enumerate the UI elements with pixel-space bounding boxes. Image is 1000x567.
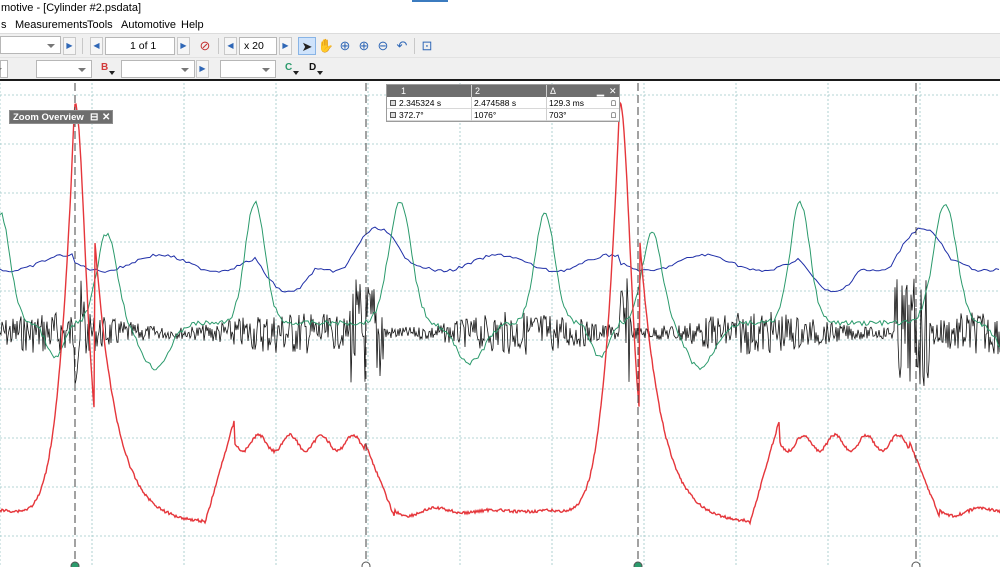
row-icon	[390, 100, 396, 106]
zoom-overview-title: Zoom Overview	[13, 112, 84, 123]
capture-dropdown[interactable]	[0, 36, 61, 54]
page-prev-button[interactable]: ◀	[90, 37, 103, 55]
pointer-icon[interactable]: ➤	[298, 37, 316, 55]
cell-divider	[471, 85, 472, 121]
zoom-overview-icon[interactable]: ⊡	[418, 37, 436, 55]
channel-b-range-dropdown[interactable]	[121, 60, 195, 78]
capture-next-button[interactable]: ▶	[63, 37, 76, 55]
toolbar-separator	[414, 38, 415, 54]
title-accent	[412, 0, 448, 2]
ruler-time-delta: 129.3 ms	[549, 98, 584, 108]
lock-icon[interactable]	[611, 112, 616, 118]
ruler-handle	[70, 561, 80, 567]
channel-d-button[interactable]: D	[309, 62, 324, 75]
waveform-traces	[0, 100, 1000, 526]
ruler-row-angle: 372.7° 1076° 703°	[387, 109, 619, 121]
close-icon[interactable]: ✕	[609, 85, 617, 97]
channel-c-button[interactable]: C	[285, 62, 300, 75]
lock-icon[interactable]	[611, 100, 616, 106]
page-indicator: 1 of 1	[130, 40, 157, 52]
menu-item-automotive[interactable]: Automotive	[121, 19, 176, 31]
menu-item-help[interactable]: Help	[181, 19, 204, 31]
channel-a-coupling-dropdown[interactable]	[36, 60, 92, 78]
zoom-overview-panel[interactable]: Zoom Overview ⊟ ✕	[9, 110, 113, 124]
ruler-time-2: 2.474588 s	[474, 98, 517, 108]
channel-b-trace	[0, 226, 1000, 293]
menu-item-tools[interactable]: Tools	[87, 19, 113, 31]
ruler-angle-delta: 703°	[549, 110, 567, 120]
zoom-prev-button[interactable]: ◀	[224, 37, 237, 55]
ruler-delta-header: Δ	[550, 86, 557, 96]
ruler-col-1-header: 1	[401, 86, 407, 96]
minimize-icon[interactable]: ▁	[597, 85, 604, 97]
channel-toolbar: B ▶ C D	[0, 58, 1000, 81]
zoom-field[interactable]: x 20	[239, 37, 277, 55]
channel-b-coupling-dropdown[interactable]	[220, 60, 276, 78]
channel-b-button[interactable]: B	[101, 62, 116, 75]
ruler-handle	[911, 561, 921, 567]
zoom-fit-icon[interactable]: ⊖	[374, 37, 392, 55]
channel-b-next-button[interactable]: ▶	[196, 60, 209, 78]
page-field[interactable]: 1 of 1	[105, 37, 175, 55]
ruler-handle	[633, 561, 643, 567]
cell-divider	[546, 85, 547, 121]
page-next-button[interactable]: ▶	[177, 37, 190, 55]
ruler-handle	[361, 561, 371, 567]
ruler-col-2-header: 2	[475, 86, 481, 96]
channel-a-range-dropdown[interactable]	[0, 60, 8, 78]
menu-bar: s Measurements Tools Automotive Help	[0, 17, 1000, 34]
menu-item-measurements[interactable]: Measurements	[15, 19, 88, 31]
oscilloscope-view[interactable]	[0, 83, 1000, 567]
ruler-legend: 1 2 Δ ▁ ✕ 2.345324 s 2.474588 s 129.3 ms…	[386, 84, 620, 122]
row-icon	[390, 112, 396, 118]
compass-icon[interactable]: ⊘	[196, 37, 214, 55]
channel-a-trace	[0, 100, 1000, 526]
zoom-value: x 20	[244, 40, 264, 52]
menu-item-views[interactable]: s	[1, 19, 7, 31]
window-title-bar: motive - [Cylinder #2.psdata]	[0, 0, 1000, 17]
toolbar-separator	[82, 38, 83, 54]
toolbar-separator	[218, 38, 219, 54]
hand-icon[interactable]: ✋	[317, 37, 335, 55]
zoom-in-icon[interactable]: ⊕	[336, 37, 354, 55]
channel-d-trace	[0, 278, 1000, 386]
main-toolbar: ▶ ◀ 1 of 1 ▶ ⊘ ◀ x 20 ▶ ➤ ✋ ⊕ ⊕ ⊖ ↶ ⊡	[0, 34, 1000, 58]
close-icon[interactable]: ✕	[102, 111, 110, 125]
ruler-time-1: 2.345324 s	[399, 98, 442, 108]
window-title: motive - [Cylinder #2.psdata]	[1, 2, 142, 14]
undo-zoom-icon[interactable]: ↶	[393, 37, 411, 55]
ruler-angle-1: 372.7°	[399, 110, 424, 120]
zoom-out-icon[interactable]: ⊕	[355, 37, 373, 55]
channel-c-trace	[0, 200, 1000, 371]
restore-icon[interactable]: ⊟	[90, 111, 98, 125]
ruler-legend-header: 1 2 Δ ▁ ✕	[387, 85, 619, 97]
ruler-angle-2: 1076°	[474, 110, 497, 120]
zoom-next-button[interactable]: ▶	[279, 37, 292, 55]
ruler-row-time: 2.345324 s 2.474588 s 129.3 ms	[387, 97, 619, 109]
